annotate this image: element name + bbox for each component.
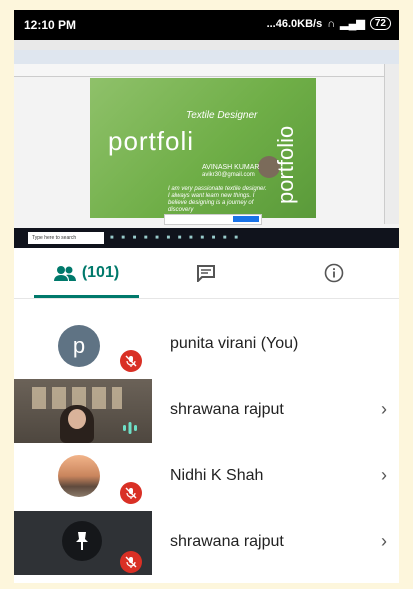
people-icon [53, 266, 76, 281]
chevron-right-icon[interactable]: › [381, 399, 387, 420]
network-speed: ...46.0KB/s [266, 17, 323, 30]
chat-icon [197, 265, 215, 282]
windows-taskbar: Type here to search ■ ■ ■ ■ ■ ■ ■ ■ ■ ■ … [14, 228, 399, 248]
tab-chat[interactable] [186, 248, 226, 298]
stop-sharing-button [233, 216, 259, 222]
taskbar-icons: ■ ■ ■ ■ ■ ■ ■ ■ ■ ■ ■ ■ [110, 235, 241, 241]
tab-people[interactable]: (101) [34, 248, 139, 298]
chevron-right-icon[interactable]: › [381, 465, 387, 486]
participant-name: shrawana rajput [170, 533, 284, 550]
participant-row[interactable]: shrawana rajput › [14, 379, 399, 443]
presentation-slide: Textile Designer portfoli portfolio AVIN… [90, 78, 316, 218]
status-icons: ...46.0KB/s ∩ ▂▄▆ 72 [267, 17, 391, 30]
participant-row[interactable]: shrawana rajput › [14, 511, 399, 575]
tab-info[interactable] [314, 248, 354, 298]
slide-email: avikr30@gmail.com [202, 172, 255, 178]
participant-name: shrawana rajput [170, 401, 284, 418]
ribbon-toolbar [14, 64, 399, 77]
participant-thumbnail [14, 511, 152, 575]
battery-icon: 72 [369, 17, 391, 30]
status-bar: 12:10 PM ...46.0KB/s ∩ ▂▄▆ 72 [14, 10, 399, 40]
face [68, 409, 86, 429]
phone-screen: 12:10 PM ...46.0KB/s ∩ ▂▄▆ 72 Textile De… [14, 10, 399, 583]
mic-muted-icon [120, 350, 142, 372]
audio-level-icon [123, 422, 137, 434]
avatar-initial: p [72, 333, 86, 358]
shared-screen: Textile Designer portfoli portfolio AVIN… [14, 40, 399, 248]
mic-muted-icon [120, 482, 142, 504]
participant-thumbnail [14, 445, 152, 509]
sharing-banner [164, 214, 262, 225]
mic-muted-icon [120, 551, 142, 573]
slide-subtitle: Textile Designer [186, 110, 258, 121]
headphones-icon: ∩ [327, 17, 336, 30]
slide-title: portfoli [108, 126, 195, 156]
participant-name: punita virani (You) [170, 335, 299, 352]
slide-vertical-title: portfolio [273, 125, 298, 204]
taskbar-search: Type here to search [28, 232, 104, 244]
active-tab-indicator [34, 295, 139, 298]
participant-row[interactable]: p punita virani (You) [14, 313, 399, 377]
side-toolbar [384, 64, 399, 224]
people-count: (101) [81, 264, 120, 281]
meeting-tabs: (101) [14, 248, 399, 299]
pin-icon [76, 532, 88, 550]
signal-icon: ▂▄▆ [340, 18, 365, 30]
info-icon [324, 263, 344, 283]
avatar [58, 455, 100, 497]
participant-video [14, 379, 152, 443]
avatar: p [58, 325, 100, 367]
participant-name: Nidhi K Shah [170, 467, 264, 484]
chevron-right-icon[interactable]: › [381, 531, 387, 552]
participant-row[interactable]: Nidhi K Shah › [14, 445, 399, 509]
slide-name: AVINASH KUMAR [202, 164, 260, 171]
participant-thumbnail: p [14, 313, 152, 377]
app-toolbar [14, 50, 399, 65]
avatar [62, 521, 102, 561]
slide-quote: I am very passionate textile designer. I… [168, 186, 267, 213]
window-titlebar [14, 40, 399, 50]
status-time: 12:10 PM [24, 18, 77, 32]
